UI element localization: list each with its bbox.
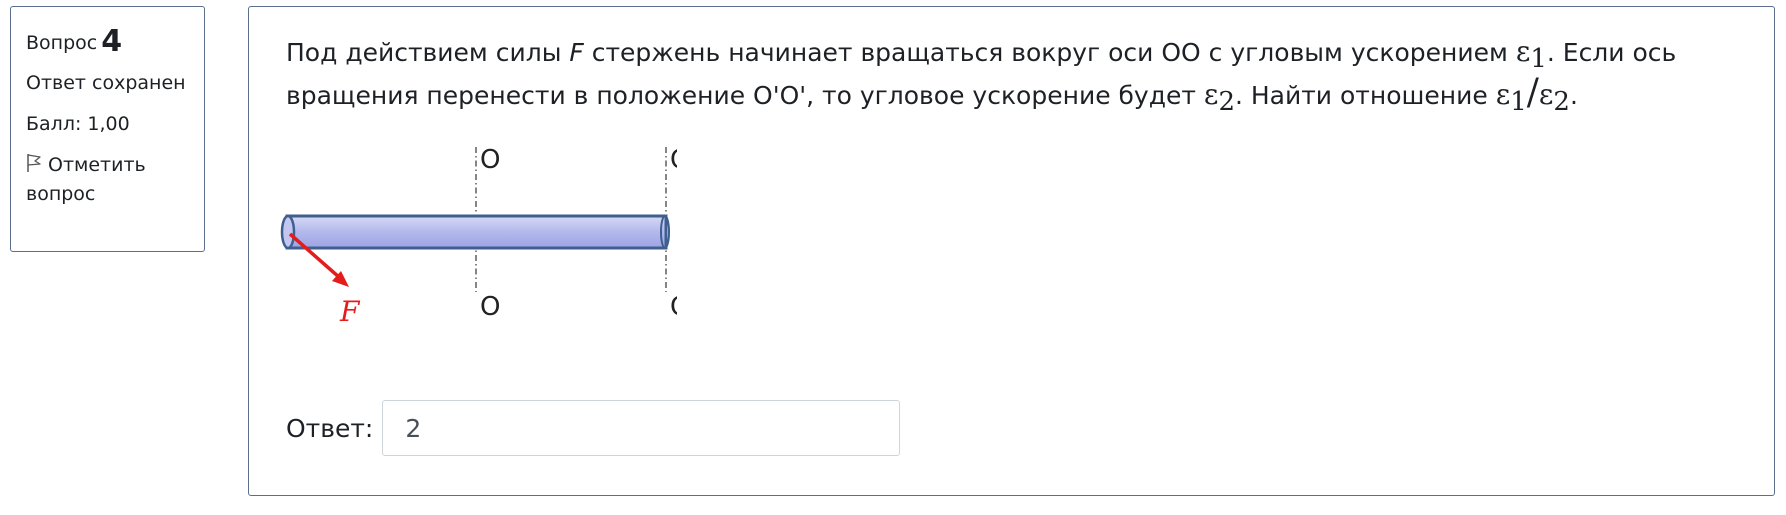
epsilon-ratio: ε1/ε2 — [1495, 73, 1570, 118]
answer-input[interactable] — [382, 400, 901, 456]
flag-icon — [26, 153, 44, 181]
epsilon-symbol: ε — [1515, 35, 1531, 68]
question-content-panel: Под действием силы F стержень начинает в… — [248, 6, 1775, 496]
epsilon-subscript: 2 — [1218, 87, 1235, 117]
rod-diagram: F O O O’ O’ — [280, 145, 677, 328]
question-text: Под действием силы F стержень начинает в… — [286, 32, 1746, 118]
question-text-part: стержень начинает вращаться вокруг оси O… — [583, 38, 1516, 67]
answer-label: Ответ: — [286, 413, 374, 443]
question-text-part: . Найти отношение — [1234, 81, 1496, 110]
axis2-bottom-label: O’ — [670, 292, 677, 322]
question-grade: Балл: 1,00 — [26, 113, 130, 135]
force-symbol: F — [569, 38, 584, 67]
epsilon-symbol: ε — [1538, 78, 1554, 111]
epsilon-subscript: 1 — [1510, 87, 1527, 117]
epsilon-symbol: ε — [1203, 78, 1219, 111]
answer-row: Ответ: — [286, 400, 901, 456]
ratio-slash: / — [1526, 72, 1539, 113]
axis1-top-label: O — [480, 145, 500, 175]
epsilon-1: ε1 — [1515, 35, 1547, 74]
force-label: F — [339, 295, 361, 328]
question-text-part: . — [1569, 81, 1578, 110]
epsilon-subscript: 1 — [1530, 44, 1547, 74]
question-info-panel: Вопрос 4 Ответ сохранен Балл: 1,00 Отмети… — [10, 6, 205, 252]
axis1-bottom-label: O — [480, 292, 500, 322]
axis2-top-label: O’ — [670, 145, 677, 175]
flag-question-link[interactable]: Отметить вопрос — [26, 152, 192, 208]
epsilon-symbol: ε — [1495, 78, 1511, 111]
question-label: Вопрос — [26, 32, 98, 54]
question-number: Вопрос 4 — [26, 27, 192, 57]
question-number-value: 4 — [101, 24, 123, 59]
rod-end — [280, 214, 296, 250]
rod — [285, 214, 668, 250]
epsilon-2: ε2 — [1203, 78, 1235, 117]
epsilon-subscript: 2 — [1553, 87, 1570, 117]
question-state: Ответ сохранен — [26, 72, 186, 94]
question-text-part: Под действием силы — [286, 38, 570, 67]
